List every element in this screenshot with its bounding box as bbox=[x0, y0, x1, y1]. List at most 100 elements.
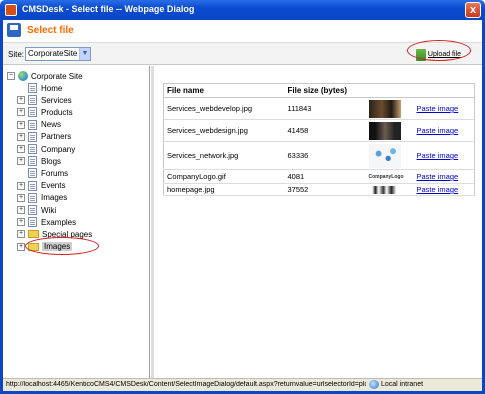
thumbnail-cell bbox=[365, 183, 414, 196]
app-icon bbox=[5, 4, 17, 16]
expand-icon[interactable]: + bbox=[17, 157, 25, 166]
page-icon bbox=[28, 119, 37, 130]
paste-image-link[interactable]: Paste image bbox=[417, 151, 459, 160]
table-row: Services_webdevelop.jpg 111843 Paste image bbox=[163, 97, 475, 120]
page-icon bbox=[28, 131, 37, 142]
security-zone: Local intranet bbox=[369, 380, 423, 389]
page-icon bbox=[28, 205, 37, 215]
collapse-icon[interactable]: − bbox=[7, 72, 15, 80]
site-label: Site: bbox=[8, 50, 25, 59]
tree-item[interactable]: + Services bbox=[17, 94, 72, 106]
tree-item[interactable]: Home bbox=[17, 82, 62, 94]
expand-icon[interactable]: + bbox=[17, 206, 25, 214]
page-icon bbox=[28, 168, 37, 179]
tree-item[interactable]: + Partners bbox=[17, 131, 71, 143]
toolbar: Site: CorporateSite ▼ Upload file bbox=[3, 40, 482, 65]
tree-item[interactable]: + Wiki bbox=[17, 204, 56, 216]
globe-icon bbox=[18, 71, 28, 81]
file-name-cell: CompanyLogo.gif bbox=[163, 169, 285, 184]
window-titlebar[interactable]: CMSDesk - Select file -- Webpage Dialog … bbox=[0, 0, 485, 20]
content-tree: − Corporate Site Home + Services + Products +… bbox=[3, 66, 150, 378]
tree-root[interactable]: − Corporate Site bbox=[7, 70, 83, 82]
tree-root-label: Corporate Site bbox=[31, 71, 83, 81]
header-file-name: File name bbox=[163, 83, 285, 98]
dialog-header: Select file bbox=[3, 20, 482, 42]
expand-icon[interactable]: + bbox=[17, 108, 25, 117]
site-select[interactable]: CorporateSite ▼ bbox=[25, 47, 91, 61]
site-select-value: CorporateSite bbox=[28, 49, 78, 58]
select-file-icon bbox=[7, 23, 21, 37]
expand-icon[interactable]: + bbox=[17, 230, 25, 239]
thumbnail-image bbox=[368, 99, 401, 118]
expand-icon[interactable]: + bbox=[17, 181, 25, 190]
status-bar: http://localhost:4465/KenticoCMS4/CMSDes… bbox=[3, 378, 482, 391]
page-icon bbox=[28, 156, 37, 167]
file-size-cell: 111843 bbox=[284, 97, 366, 120]
tree-item[interactable]: + Blogs bbox=[17, 155, 61, 167]
page-icon bbox=[28, 192, 37, 203]
expand-icon[interactable]: + bbox=[17, 120, 25, 129]
tree-item-label: Events bbox=[41, 181, 66, 191]
expand-icon[interactable]: + bbox=[17, 193, 25, 202]
action-cell: Paste image bbox=[413, 119, 475, 142]
file-name-cell: homepage.jpg bbox=[163, 183, 285, 196]
status-url: http://localhost:4465/KenticoCMS4/CMSDes… bbox=[6, 381, 366, 388]
zone-label: Local intranet bbox=[381, 381, 424, 388]
thumbnail-cell bbox=[365, 119, 414, 142]
page-icon bbox=[28, 180, 37, 191]
images-highlight-ellipse bbox=[25, 236, 99, 255]
paste-image-link[interactable]: Paste image bbox=[417, 104, 459, 113]
tree-item-label: Images bbox=[41, 193, 68, 203]
tree-item-label: Forums bbox=[41, 168, 69, 178]
window-title: CMSDesk - Select file -- Webpage Dialog bbox=[22, 4, 195, 14]
expand-icon[interactable]: + bbox=[17, 218, 25, 227]
expand-icon[interactable]: + bbox=[17, 96, 25, 105]
tree-item[interactable]: + News bbox=[17, 119, 61, 131]
tree-item-label: News bbox=[41, 120, 62, 130]
chevron-down-icon[interactable]: ▼ bbox=[79, 48, 90, 60]
paste-image-link[interactable]: Paste image bbox=[417, 172, 459, 181]
expand-icon[interactable]: + bbox=[17, 242, 25, 251]
table-row: homepage.jpg 37552 Paste image bbox=[163, 183, 475, 196]
action-cell: Paste image bbox=[413, 169, 475, 184]
page-icon bbox=[28, 95, 37, 106]
tree-item[interactable]: + Examples bbox=[17, 216, 76, 228]
action-cell: Paste image bbox=[413, 183, 475, 196]
tree-item[interactable]: + Products bbox=[17, 106, 73, 118]
table-row: Services_webdesign.jpg 41458 Paste image bbox=[163, 119, 475, 142]
tree-item[interactable]: + Events bbox=[17, 180, 65, 192]
tree-item[interactable]: + Company bbox=[17, 143, 75, 155]
pane-splitter[interactable] bbox=[151, 66, 154, 378]
expand-icon[interactable]: + bbox=[17, 145, 25, 153]
tree-item-label: Partners bbox=[41, 132, 72, 142]
page-icon bbox=[28, 107, 37, 118]
action-cell: Paste image bbox=[413, 97, 475, 120]
file-table: File name File size (bytes) Services_web… bbox=[163, 83, 475, 196]
tree-item[interactable]: + Images bbox=[17, 192, 67, 204]
paste-image-link[interactable]: Paste image bbox=[417, 185, 459, 194]
thumbnail-cell bbox=[365, 141, 414, 170]
file-name-cell: Services_network.jpg bbox=[163, 141, 285, 170]
tree-item-label: Home bbox=[41, 83, 63, 93]
tree-item[interactable]: Forums bbox=[17, 167, 68, 179]
file-name-cell: Services_webdesign.jpg bbox=[163, 119, 285, 142]
page-title: Select file bbox=[27, 25, 74, 36]
expand-icon[interactable]: + bbox=[17, 132, 25, 141]
thumbnail-image bbox=[368, 143, 401, 168]
upload-highlight-ellipse bbox=[407, 40, 471, 61]
file-size-cell: 63336 bbox=[284, 141, 366, 170]
page-icon bbox=[28, 144, 37, 154]
file-size-cell: 37552 bbox=[284, 183, 366, 196]
table-row: CompanyLogo.gif 4081 CompanyLogo Paste imag… bbox=[163, 169, 475, 184]
header-thumb bbox=[365, 83, 414, 98]
page-icon bbox=[28, 217, 37, 228]
header-action bbox=[413, 83, 475, 98]
tree-item-label: Blogs bbox=[41, 156, 62, 166]
file-size-cell: 4081 bbox=[284, 169, 366, 184]
paste-image-link[interactable]: Paste image bbox=[417, 126, 459, 135]
tree-item-label: Company bbox=[41, 144, 76, 154]
header-file-size: File size (bytes) bbox=[284, 83, 366, 98]
tree-item-label: Examples bbox=[41, 217, 77, 227]
file-name-cell: Services_webdevelop.jpg bbox=[163, 97, 285, 120]
close-button[interactable]: x bbox=[465, 2, 481, 18]
